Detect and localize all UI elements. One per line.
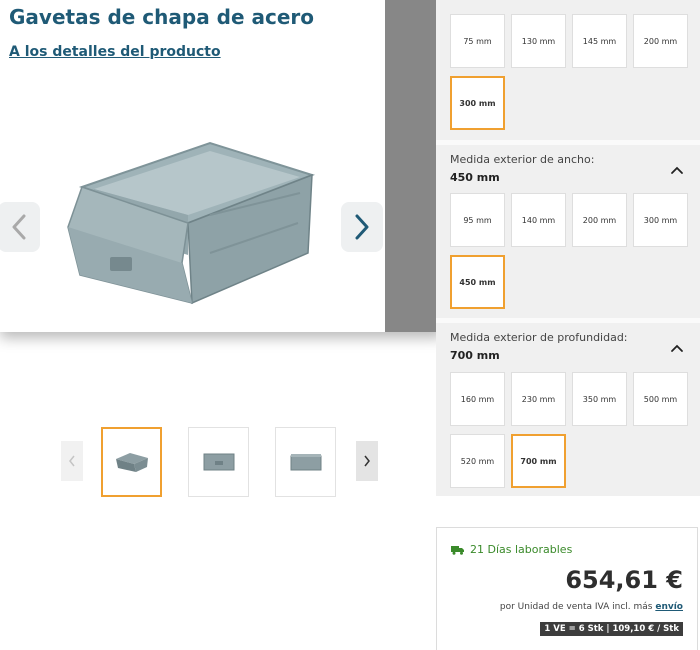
section-divider — [436, 318, 700, 323]
depth-option[interactable]: 500 mm — [633, 372, 688, 426]
price: 654,61 € — [565, 566, 683, 594]
vat-info: por Unidad de venta IVA incl. más envío — [500, 602, 683, 612]
chevron-up-icon[interactable] — [670, 343, 684, 353]
gallery-next-button[interactable] — [341, 202, 383, 252]
delivery-text: 21 Días laborables — [470, 543, 573, 556]
width-option[interactable]: 200 mm — [572, 193, 627, 247]
product-image — [67, 141, 316, 305]
height-option[interactable]: 75 mm — [450, 14, 505, 68]
depth-selected-value: 700 mm — [450, 349, 500, 362]
depth-option[interactable]: 520 mm — [450, 434, 505, 488]
thumbnail-prev-button[interactable] — [61, 441, 83, 481]
truck-icon — [451, 545, 464, 555]
thumbnail-2[interactable] — [188, 427, 249, 497]
thumbnail-image — [203, 453, 234, 471]
section-divider — [436, 140, 700, 145]
thumbnail-next-button[interactable] — [356, 441, 378, 481]
width-option-selected[interactable]: 450 mm — [450, 255, 505, 309]
thumbnail-3[interactable] — [275, 427, 336, 497]
height-option-selected[interactable]: 300 mm — [450, 76, 505, 130]
product-details-link[interactable]: A los detalles del producto — [9, 44, 221, 60]
depth-option[interactable]: 350 mm — [572, 372, 627, 426]
depth-option[interactable]: 160 mm — [450, 372, 505, 426]
thumbnail-image — [115, 453, 148, 472]
gallery-prev-button[interactable] — [0, 202, 40, 252]
height-option[interactable]: 130 mm — [511, 14, 566, 68]
chevron-right-icon — [355, 214, 369, 240]
delivery-time: 21 Días laborables — [451, 543, 572, 556]
unit-info-badge: 1 VE = 6 Stk | 109,10 € / Stk — [540, 622, 683, 636]
depth-option-selected[interactable]: 700 mm — [511, 434, 566, 488]
product-title: Gavetas de chapa de acero — [9, 5, 315, 29]
width-option[interactable]: 140 mm — [511, 193, 566, 247]
chevron-left-icon — [12, 214, 26, 240]
width-option[interactable]: 95 mm — [450, 193, 505, 247]
chevron-right-icon — [364, 455, 370, 467]
thumbnail-1[interactable] — [101, 427, 162, 497]
vat-text: por Unidad de venta IVA incl. más — [499, 602, 653, 612]
width-selected-value: 450 mm — [450, 171, 500, 184]
depth-option[interactable]: 230 mm — [511, 372, 566, 426]
width-label: Medida exterior de ancho: — [450, 153, 595, 166]
depth-label: Medida exterior de profundidad: — [450, 331, 628, 344]
height-option[interactable]: 145 mm — [572, 14, 627, 68]
chevron-up-icon[interactable] — [670, 165, 684, 175]
chevron-left-icon — [69, 455, 75, 467]
width-option[interactable]: 300 mm — [633, 193, 688, 247]
height-option[interactable]: 200 mm — [633, 14, 688, 68]
shipping-link[interactable]: envío — [655, 602, 683, 612]
thumbnail-image — [290, 454, 321, 471]
